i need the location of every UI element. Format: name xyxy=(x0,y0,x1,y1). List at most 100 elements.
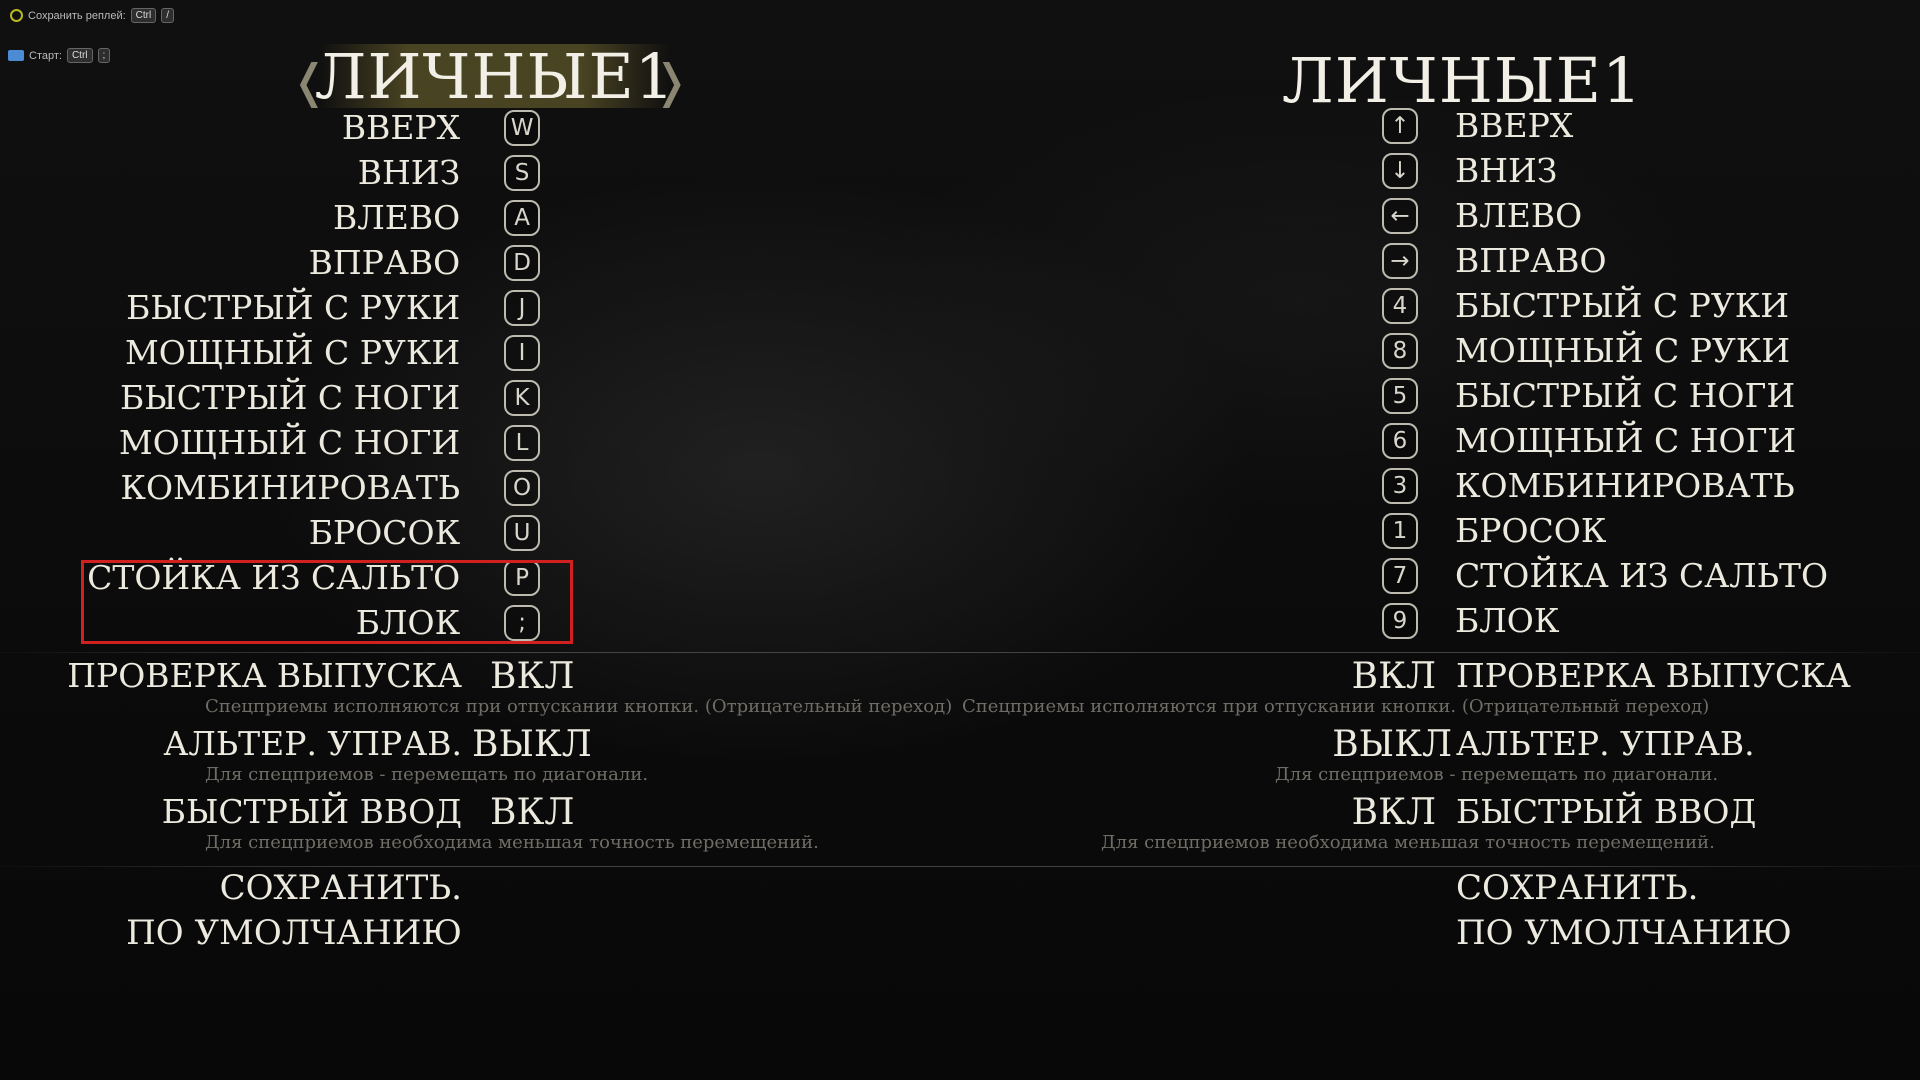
right-option-alt-controls-desc: Для спецприемов - перемещать по диагонал… xyxy=(1275,764,1719,785)
save-replay-key-slash: / xyxy=(161,8,174,23)
key-badge: J xyxy=(504,289,540,326)
replay-icon xyxy=(10,9,23,22)
binding-label: КОМБИНИРОВАТЬ xyxy=(1455,466,1795,505)
right-save-button[interactable]: СОХРАНИТЬ. xyxy=(1456,868,1698,908)
binding-label: ВЛЕВО xyxy=(1455,196,1583,235)
right-option-release-check-desc: Спецприемы исполняются при отпускании кн… xyxy=(962,696,1710,717)
start-label: Старт: xyxy=(29,49,62,62)
key-badge: L xyxy=(504,424,540,461)
binding-row-up[interactable]: ВВЕРХ W xyxy=(40,105,540,150)
binding-row-down[interactable]: ВНИЗ S xyxy=(40,150,540,195)
binding-label: БЛОК xyxy=(1455,601,1560,640)
binding-label: МОЩНЫЙ С НОГИ xyxy=(1455,421,1797,460)
save-replay-label: Сохранить реплей: xyxy=(28,9,126,22)
right-defaults-button[interactable]: ПО УМОЛЧАНИЮ xyxy=(1456,913,1792,953)
binding-row-combine[interactable]: КОМБИНИРОВАТЬ O xyxy=(40,465,540,510)
binding-row-block[interactable]: 9 БЛОК xyxy=(1382,598,1559,643)
binding-label: КОМБИНИРОВАТЬ xyxy=(120,468,461,507)
right-option-alt-controls-label[interactable]: АЛЬТЕР. УПРАВ. xyxy=(1456,724,1755,763)
right-option-quick-input-value[interactable]: ВКЛ xyxy=(1352,792,1436,833)
binding-row-left[interactable]: ВЛЕВО A xyxy=(40,195,540,240)
left-profile-title: ЛИЧНЫЕ1 xyxy=(314,39,676,113)
key-badge: 1 xyxy=(1382,512,1418,549)
save-replay-key-ctrl: Ctrl xyxy=(130,8,157,23)
start-hint: Старт: Ctrl ; xyxy=(8,48,111,63)
camera-icon xyxy=(8,50,24,61)
key-badge: O xyxy=(504,469,540,506)
binding-label: СТОЙКА ИЗ САЛЬТО xyxy=(1455,556,1829,595)
binding-label: МОЩНЫЙ С РУКИ xyxy=(1455,331,1791,370)
binding-row-front-kick[interactable]: 5 БЫСТРЫЙ С НОГИ xyxy=(1382,373,1795,418)
binding-row-up[interactable]: ↑ ВВЕРХ xyxy=(1382,103,1573,148)
selection-highlight-box xyxy=(81,560,573,644)
binding-row-back-punch[interactable]: 8 МОЩНЫЙ С РУКИ xyxy=(1382,328,1790,373)
left-option-release-check-value[interactable]: ВКЛ xyxy=(490,656,574,697)
key-badge: I xyxy=(504,334,540,371)
binding-row-throw[interactable]: 1 БРОСОК xyxy=(1382,508,1606,553)
binding-label: БРОСОК xyxy=(1455,511,1607,550)
key-badge: 4 xyxy=(1382,287,1418,324)
key-badge: S xyxy=(504,154,540,191)
left-profile-selector[interactable]: ЛИЧНЫЕ1 xyxy=(315,40,675,113)
binding-row-throw[interactable]: БРОСОК U xyxy=(40,510,540,555)
key-badge: 3 xyxy=(1382,467,1418,504)
key-badge: 7 xyxy=(1382,557,1418,594)
key-badge: W xyxy=(504,109,540,146)
binding-label: ВВЕРХ xyxy=(1455,106,1574,145)
binding-label: ВНИЗ xyxy=(1455,151,1558,190)
binding-label: БЫСТРЫЙ С РУКИ xyxy=(126,288,461,327)
binding-label: ВПРАВО xyxy=(308,243,461,282)
binding-row-back-kick[interactable]: 6 МОЩНЫЙ С НОГИ xyxy=(1382,418,1796,463)
left-option-quick-input-desc: Для спецприемов необходима меньшая точно… xyxy=(205,832,819,853)
right-option-quick-input-label[interactable]: БЫСТРЫЙ ВВОД xyxy=(1456,792,1756,831)
left-defaults-button[interactable]: ПО УМОЛЧАНИЮ xyxy=(126,913,462,953)
arrow-left-icon: ← xyxy=(1382,197,1418,234)
binding-row-right[interactable]: ВПРАВО D xyxy=(40,240,540,285)
binding-row-flip-stance[interactable]: 7 СТОЙКА ИЗ САЛЬТО xyxy=(1382,553,1828,598)
binding-row-back-punch[interactable]: МОЩНЫЙ С РУКИ I xyxy=(40,330,540,375)
binding-row-down[interactable]: ↓ ВНИЗ xyxy=(1382,148,1557,193)
arrow-right-icon: → xyxy=(1382,242,1418,279)
left-option-quick-input-value[interactable]: ВКЛ xyxy=(490,792,574,833)
binding-label: БЫСТРЫЙ С РУКИ xyxy=(1455,286,1790,325)
left-save-button[interactable]: СОХРАНИТЬ. xyxy=(220,868,462,908)
save-replay-hint: Сохранить реплей: Ctrl / xyxy=(10,8,174,23)
left-option-quick-input-label[interactable]: БЫСТРЫЙ ВВОД xyxy=(162,792,462,831)
binding-label: БЫСТРЫЙ С НОГИ xyxy=(1455,376,1796,415)
arrow-up-icon: ↑ xyxy=(1382,107,1418,144)
right-option-release-check-value[interactable]: ВКЛ xyxy=(1352,656,1436,697)
binding-row-combine[interactable]: 3 КОМБИНИРОВАТЬ xyxy=(1382,463,1795,508)
start-key-semicolon: ; xyxy=(97,48,111,63)
left-option-alt-controls-label[interactable]: АЛЬТЕР. УПРАВ. xyxy=(163,724,462,763)
binding-row-front-kick[interactable]: БЫСТРЫЙ С НОГИ K xyxy=(40,375,540,420)
key-badge: 8 xyxy=(1382,332,1418,369)
left-option-release-check-desc: Спецприемы исполняются при отпускании кн… xyxy=(205,696,953,717)
right-option-alt-controls-value[interactable]: ВЫКЛ xyxy=(1332,724,1452,765)
key-badge: D xyxy=(504,244,540,281)
key-badge: U xyxy=(504,514,540,551)
binding-label: МОЩНЫЙ С НОГИ xyxy=(118,423,461,462)
binding-label: ВНИЗ xyxy=(357,153,461,192)
binding-row-back-kick[interactable]: МОЩНЫЙ С НОГИ L xyxy=(40,420,540,465)
binding-label: БЫСТРЫЙ С НОГИ xyxy=(120,378,461,417)
key-badge: 5 xyxy=(1382,377,1418,414)
divider xyxy=(0,866,1920,867)
binding-row-front-punch[interactable]: БЫСТРЫЙ С РУКИ J xyxy=(40,285,540,330)
left-option-release-check-label[interactable]: ПРОВЕРКА ВЫПУСКА xyxy=(67,656,462,695)
left-option-alt-controls-value[interactable]: ВЫКЛ xyxy=(472,724,592,765)
start-key-ctrl: Ctrl xyxy=(66,48,93,63)
key-badge: 6 xyxy=(1382,422,1418,459)
profile-next-arrow-icon[interactable]: ❭ xyxy=(652,54,691,108)
binding-row-right[interactable]: → ВПРАВО xyxy=(1382,238,1607,283)
divider xyxy=(0,652,1920,653)
binding-label: ВВЕРХ xyxy=(341,108,461,147)
binding-label: ВЛЕВО xyxy=(332,198,461,237)
key-badge: A xyxy=(504,199,540,236)
binding-label: МОЩНЫЙ С РУКИ xyxy=(125,333,461,372)
left-option-alt-controls-desc: Для спецприемов - перемещать по диагонал… xyxy=(205,764,649,785)
binding-row-front-punch[interactable]: 4 БЫСТРЫЙ С РУКИ xyxy=(1382,283,1789,328)
right-option-release-check-label[interactable]: ПРОВЕРКА ВЫПУСКА xyxy=(1456,656,1851,695)
key-badge: K xyxy=(504,379,540,416)
binding-row-left[interactable]: ← ВЛЕВО xyxy=(1382,193,1582,238)
binding-label: ВПРАВО xyxy=(1455,241,1607,280)
